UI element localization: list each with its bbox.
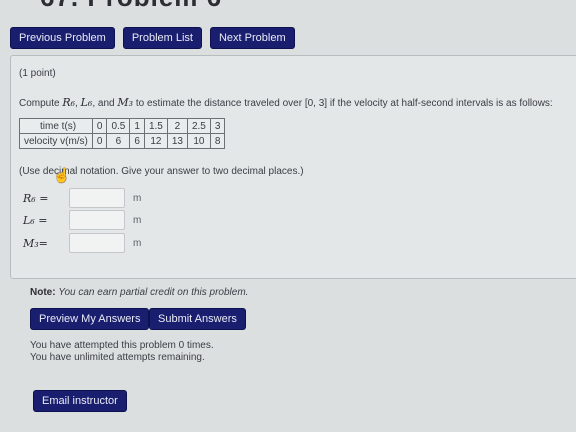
time-cell: 0 [91, 118, 108, 134]
next-problem-button[interactable]: Next Problem [209, 27, 295, 49]
velocity-cell: 12 [143, 133, 168, 149]
time-cell: 2 [166, 118, 188, 134]
hand-cursor-icon: ☝ [53, 167, 71, 183]
problem-panel: (1 point) Compute R₆, L₆, and M₃ to esti… [10, 55, 576, 279]
r6-answer-input[interactable] [69, 188, 125, 208]
compute-prefix: Compute [19, 98, 60, 109]
page-title: 67. Problem 6 [40, 0, 222, 13]
velocity-row: velocity v(m/s) 0 6 6 12 13 10 8 [19, 133, 226, 149]
velocity-cell: 6 [129, 133, 145, 149]
note-text: You can earn partial credit on this prob… [58, 287, 249, 298]
answer-row-m3: M₃= m [23, 233, 141, 253]
answer-row-l6: L₆ = m [23, 210, 141, 230]
answer-label-m3: M₃= [23, 236, 48, 250]
problem-list-button[interactable]: Problem List [122, 27, 202, 49]
velocity-table: time t(s) 0 0.5 1 1.5 2 2.5 3 velocity v… [19, 118, 226, 149]
time-cell: 3 [209, 118, 226, 134]
velocity-cell: 8 [209, 133, 226, 149]
time-row: time t(s) 0 0.5 1 1.5 2 2.5 3 [19, 118, 226, 134]
email-instructor-button[interactable]: Email instructor [33, 390, 127, 412]
preview-answers-button[interactable]: Preview My Answers [30, 308, 150, 330]
time-cell: 0.5 [106, 118, 131, 134]
velocity-cell: 6 [106, 133, 131, 149]
velocity-cell: 13 [166, 133, 188, 149]
attempt-count-text: You have attempted this problem 0 times. [30, 340, 214, 351]
velocity-label: velocity v(m/s) [19, 133, 93, 149]
symbol-m3: M₃ [117, 96, 134, 109]
answer-label-l6: L₆ = [23, 213, 48, 227]
symbol-l6: L₆ [80, 96, 93, 109]
velocity-cell: 10 [186, 133, 211, 149]
problem-statement: Compute R₆, L₆, and M₃ to estimate the d… [19, 96, 553, 109]
unit-label: m [133, 192, 142, 204]
problem-nav: Previous Problem Problem List Next Probl… [10, 27, 295, 49]
note-label: Note: [30, 287, 56, 298]
attempts-remaining-text: You have unlimited attempts remaining. [30, 352, 205, 363]
compute-suffix: to estimate the distance traveled over [… [135, 98, 553, 109]
unit-label: m [133, 214, 142, 226]
velocity-cell: 0 [91, 133, 108, 149]
time-cell: 1.5 [143, 118, 168, 134]
time-label: time t(s) [19, 118, 93, 134]
m3-answer-input[interactable] [69, 233, 125, 253]
l6-answer-input[interactable] [69, 210, 125, 230]
attempt-status: You have attempted this problem 0 times.… [30, 340, 214, 364]
point-value: (1 point) [19, 68, 56, 79]
time-cell: 2.5 [186, 118, 211, 134]
submit-answers-button[interactable]: Submit Answers [149, 308, 246, 330]
time-cell: 1 [129, 118, 145, 134]
answer-label-r6: R₆ = [23, 191, 49, 205]
previous-problem-button[interactable]: Previous Problem [10, 27, 115, 49]
answer-row-r6: R₆ = m [23, 188, 141, 208]
unit-label: m [133, 237, 142, 249]
partial-credit-note: Note: You can earn partial credit on thi… [30, 287, 248, 298]
symbol-r6: R₆ [62, 96, 76, 109]
